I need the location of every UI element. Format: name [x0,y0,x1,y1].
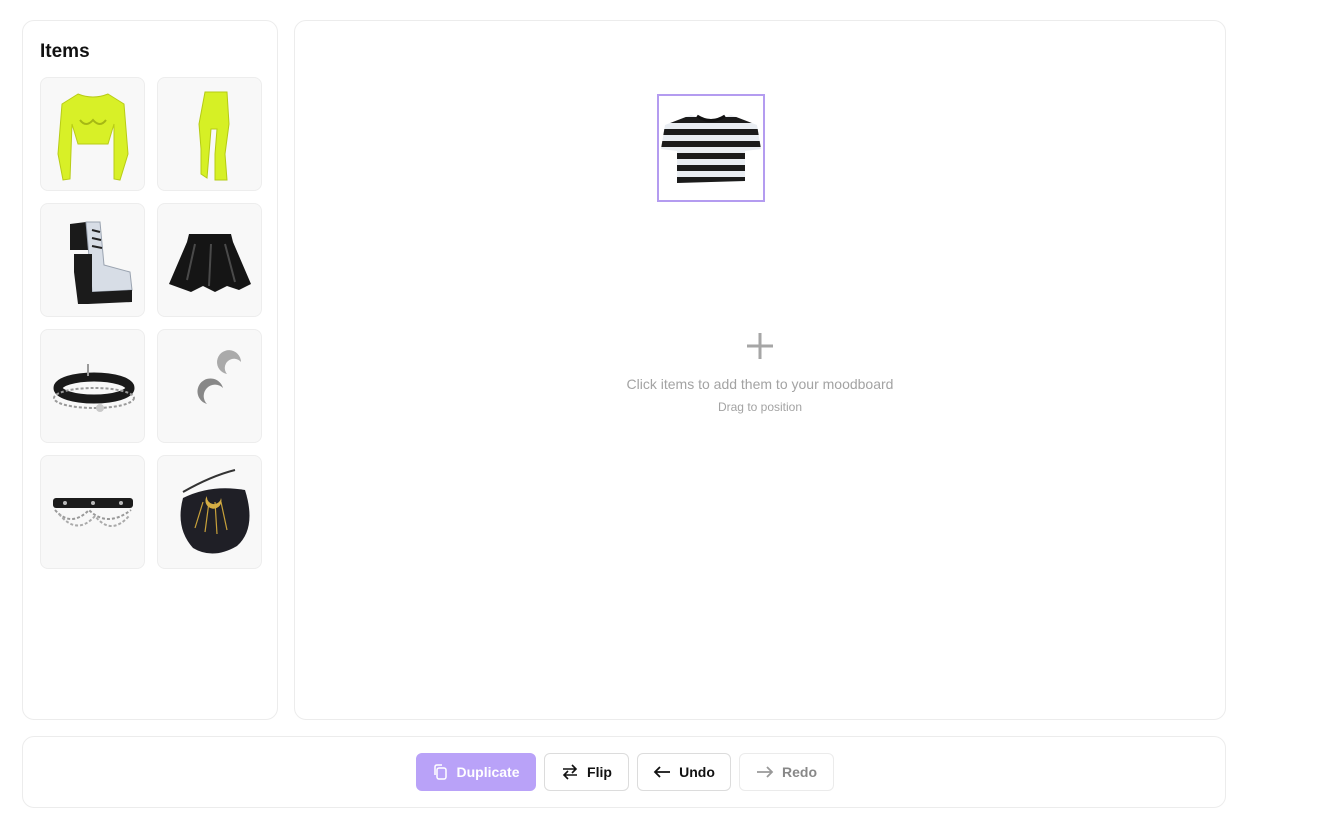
hint-subtext: Drag to position [717,400,803,414]
item-tile-black-vinyl-skirt[interactable] [157,203,262,317]
item-tile-neon-mesh-top[interactable] [40,77,145,191]
items-title: Items [40,41,90,62]
neon-mesh-top-image [56,93,129,181]
neon-tights-image [197,91,230,181]
undo-button[interactable]: Undo [637,753,731,791]
crossbody-bag-image [180,469,249,554]
striped-tshirt-image [661,114,761,183]
items-panel: Items [22,20,278,720]
item-tile-holographic-platform-boots[interactable] [40,203,145,317]
flip-label: Flip [587,764,612,780]
flip-button[interactable]: Flip [544,753,629,791]
platform-boots-image [69,221,133,304]
hint-text: Click items to add them to your moodboar… [626,376,894,392]
item-tile-chain-belt[interactable] [40,455,145,569]
empty-state-hint: Click items to add them to your moodboar… [295,331,1225,414]
redo-button[interactable]: Redo [739,753,834,791]
items-grid [40,77,262,569]
swap-arrows-icon [561,764,579,780]
arrow-left-icon [653,765,671,779]
action-toolbar: Duplicate Flip Undo Redo [22,736,1226,808]
copy-icon [432,764,448,780]
placed-item-striped-tshirt[interactable] [657,94,765,202]
choker-image [52,364,135,412]
plus-icon [745,331,775,366]
duplicate-button[interactable]: Duplicate [416,753,536,791]
chain-belt-image [52,498,133,527]
arrow-right-icon [756,765,774,779]
item-tile-neon-tights[interactable] [157,77,262,191]
vinyl-skirt-image [168,234,251,292]
item-tile-moon-crossbody-bag[interactable] [157,455,262,569]
item-tile-velvet-choker[interactable] [40,329,145,443]
moodboard-canvas[interactable]: Click items to add them to your moodboar… [294,20,1226,720]
redo-label: Redo [782,764,817,780]
moon-earrings-image [196,350,241,404]
undo-label: Undo [679,764,715,780]
item-tile-moon-earrings[interactable] [157,329,262,443]
duplicate-label: Duplicate [456,764,520,780]
